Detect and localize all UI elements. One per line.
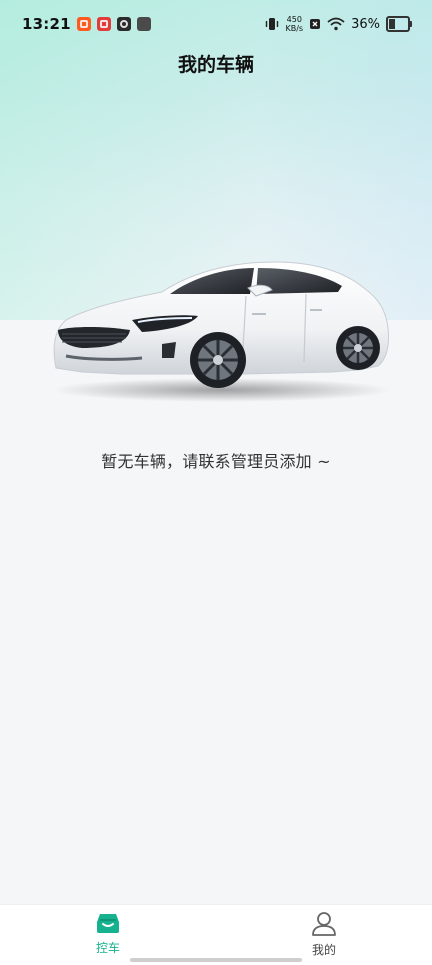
page-title: 我的车辆 — [177, 54, 254, 76]
status-time: 13:21 — [22, 15, 71, 33]
bottom-navigation: 控车 我的 — [0, 904, 432, 965]
app-notification-icon — [116, 17, 131, 31]
no-sim-icon — [310, 19, 321, 29]
wifi-icon — [327, 17, 345, 31]
status-bar: 13:21 450 KB/s 36% — [0, 0, 432, 48]
car-icon — [97, 914, 119, 933]
tab-vehicle-control-label: 控车 — [95, 941, 120, 955]
network-speed: 450 KB/s — [285, 15, 303, 33]
tab-mine[interactable]: 我的 — [216, 905, 432, 965]
empty-vehicle-message: 暂无车辆，请联系管理员添加 ~ — [101, 452, 331, 471]
app-notification-icon — [136, 17, 151, 31]
tab-mine-label: 我的 — [311, 943, 336, 957]
network-speed-value: 450 — [286, 15, 302, 24]
battery-percent: 36% — [351, 16, 380, 32]
user-icon — [312, 912, 336, 936]
car-illustration — [42, 248, 392, 408]
home-indicator[interactable] — [130, 958, 302, 962]
app-notification-icon — [96, 17, 111, 31]
vibrate-icon — [266, 18, 279, 30]
tab-vehicle-control[interactable]: 控车 — [0, 905, 216, 965]
app-notification-icon — [76, 17, 91, 31]
status-right: 450 KB/s 36% — [265, 15, 412, 33]
network-speed-unit: KB/s — [285, 24, 304, 33]
battery-icon — [386, 16, 412, 32]
status-left: 13:21 — [22, 15, 151, 33]
